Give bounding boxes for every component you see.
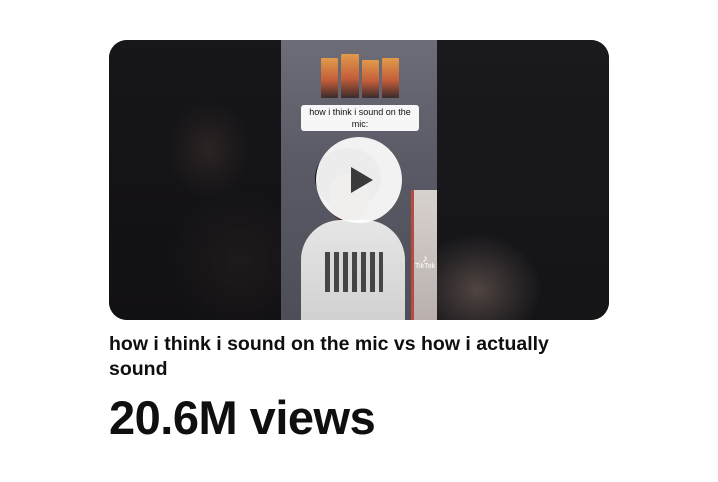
tiktok-icon: ♪: [422, 253, 428, 265]
video-title[interactable]: how i think i sound on the mic vs how i …: [109, 332, 579, 382]
video-thumbnail[interactable]: how i think i sound on the mic: ♪ TikTok: [109, 40, 609, 320]
video-card[interactable]: how i think i sound on the mic: ♪ TikTok…: [109, 40, 609, 444]
tiktok-watermark-text: TikTok: [415, 263, 435, 270]
video-overlay-caption: how i think i sound on the mic:: [301, 105, 419, 131]
blurred-background-right: [437, 40, 609, 320]
wall-paintings: [321, 54, 399, 98]
play-button[interactable]: [316, 137, 402, 223]
tiktok-watermark: ♪ TikTok: [415, 253, 435, 271]
play-icon: [351, 167, 373, 193]
blurred-background-left: [109, 40, 281, 320]
view-count: 20.6M views: [109, 391, 376, 444]
